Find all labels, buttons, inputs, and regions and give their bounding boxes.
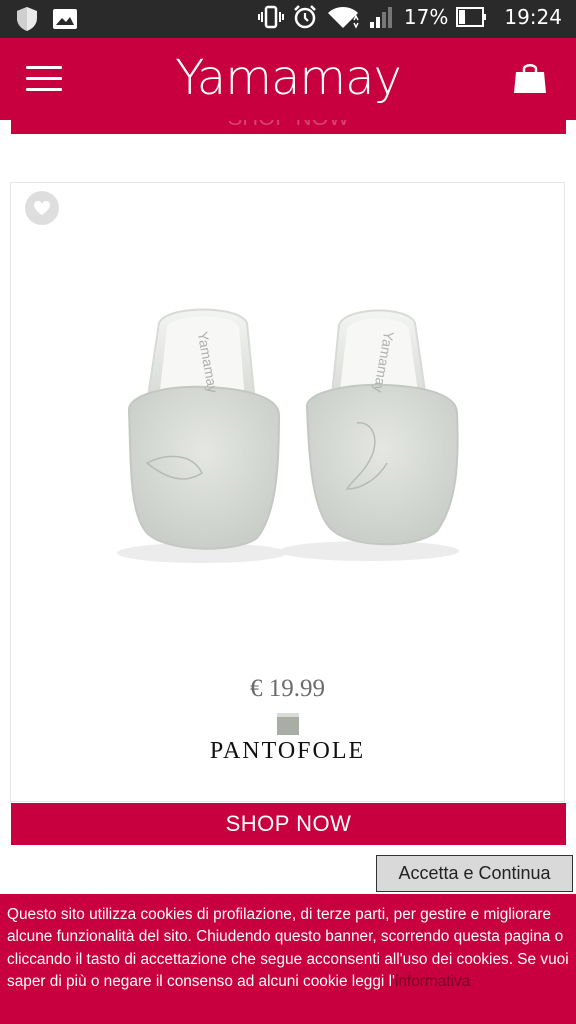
shield-icon	[17, 7, 37, 31]
accept-cookies-button[interactable]: Accetta e Continua	[376, 855, 573, 892]
brand-logo[interactable]: Yamamay	[0, 50, 576, 106]
heart-icon[interactable]	[25, 191, 59, 225]
vibrate-icon	[257, 5, 284, 29]
signal-icon	[369, 7, 392, 28]
product-name[interactable]: PANTOFOLE	[11, 738, 564, 765]
product-price: € 19.99	[250, 675, 325, 702]
cookie-policy-link[interactable]: informativa	[395, 973, 470, 990]
cookie-text: Questo sito utilizza cookies di profilaz…	[7, 906, 569, 991]
color-swatch[interactable]	[277, 713, 299, 735]
alarm-icon	[294, 5, 316, 29]
product-image[interactable]: Yamamay Yamamay	[107, 303, 487, 573]
shopping-bag-icon[interactable]	[512, 60, 548, 96]
cookie-banner: Questo sito utilizza cookies di profilaz…	[0, 893, 576, 1024]
previous-shop-now-button[interactable]: SHOP NOW	[11, 120, 566, 134]
shop-now-button[interactable]: SHOP NOW	[11, 803, 566, 845]
battery-icon	[456, 7, 487, 27]
wifi-icon	[327, 7, 359, 29]
clock: 19:24	[504, 5, 562, 29]
site-header: Yamamay	[0, 38, 576, 120]
gallery-icon	[53, 9, 77, 29]
status-bar: 17% 19:24	[0, 0, 576, 38]
battery-percent: 17%	[403, 5, 449, 29]
product-card[interactable]: Yamamay Yamamay € 19.99 PANTOFOLE	[10, 182, 565, 802]
